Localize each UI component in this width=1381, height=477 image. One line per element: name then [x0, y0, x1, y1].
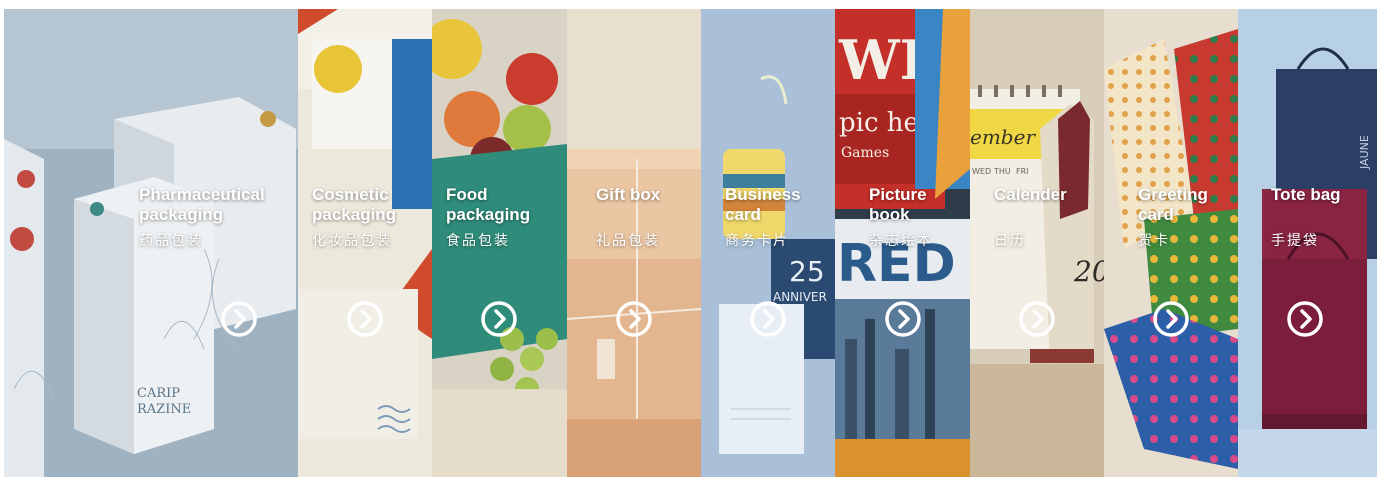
panel-caption: Pharmaceutical packaging 药品包装 — [139, 185, 265, 250]
artwork-text: Games — [841, 145, 889, 161]
artwork-text: FRI — [1016, 167, 1029, 176]
panel-caption: Greeting card 贺卡 — [1138, 185, 1208, 250]
panel-title: Greeting card — [1138, 185, 1208, 224]
artwork-text: pic he — [839, 108, 919, 138]
panel-subtitle: 日历 — [994, 233, 1026, 249]
panel-title: Pharmaceutical packaging — [139, 185, 265, 224]
panel-subtitle: 贺卡 — [1138, 233, 1170, 249]
chevron-right-circle-icon[interactable] — [749, 300, 787, 338]
panel-title: Business card — [725, 185, 801, 224]
category-panel-business-card[interactable]: 25 ANNIVER Business card 商务卡片 — [701, 9, 835, 477]
panel-caption: Tote bag 手提袋 — [1271, 185, 1341, 250]
panel-title: Picture book — [869, 185, 927, 224]
panel-caption: Calender 日历 — [994, 185, 1067, 250]
chevron-right-circle-icon[interactable] — [220, 300, 258, 338]
category-panel-greeting-card[interactable]: Greeting card 贺卡 — [1104, 9, 1238, 477]
panel-caption: Picture book 杂志绘本 — [869, 185, 933, 250]
panel-subtitle: 化妆品包装 — [312, 233, 392, 249]
artwork-text: WED — [972, 167, 991, 176]
panel-caption: Food packaging 食品包装 — [446, 185, 530, 250]
panel-caption: Cosmetic packaging 化妆品包装 — [312, 185, 396, 250]
box-label-text: RAZINE — [137, 402, 191, 417]
artwork-text: THU — [993, 167, 1011, 176]
panel-title: Cosmetic packaging — [312, 185, 397, 224]
chevron-right-circle-icon[interactable] — [884, 300, 922, 338]
artwork-text: 25 — [789, 255, 825, 288]
category-panel-calender[interactable]: ember WED THU FRI 20 Calender 日历 — [970, 9, 1104, 477]
artwork-text: JAUNE — [1358, 135, 1371, 170]
chevron-right-circle-icon[interactable] — [480, 300, 518, 338]
panel-caption: Gift box 礼品包装 — [596, 185, 660, 250]
category-panel-picture-book[interactable]: WE pic he Games RED Picture book 杂志绘本 — [835, 9, 970, 477]
category-panel-cosmetic[interactable]: Cosmetic packaging 化妆品包装 — [298, 9, 432, 477]
panel-subtitle: 药品包装 — [139, 233, 203, 249]
category-panel-tote-bag[interactable]: JAUNE Tote bag 手提袋 — [1238, 9, 1377, 477]
panel-title: Calender — [994, 185, 1067, 204]
category-carousel: CARIP RAZINE Pharmaceutical packaging 药品包… — [4, 9, 1377, 477]
artwork-text: ember — [970, 125, 1036, 149]
box-label-text: CARIP — [137, 386, 180, 401]
panel-subtitle: 手提袋 — [1271, 233, 1319, 249]
panel-subtitle: 杂志绘本 — [869, 233, 933, 249]
chevron-right-circle-icon[interactable] — [346, 300, 384, 338]
chevron-right-circle-icon[interactable] — [615, 300, 653, 338]
panel-subtitle: 礼品包装 — [596, 233, 660, 249]
chevron-right-circle-icon[interactable] — [1152, 300, 1190, 338]
panel-caption: Business card 商务卡片 — [725, 185, 801, 250]
panel-title: Gift box — [596, 185, 661, 204]
panel-title: Food packaging — [446, 185, 531, 224]
chevron-right-circle-icon[interactable] — [1286, 300, 1324, 338]
panel-subtitle: 商务卡片 — [725, 233, 789, 249]
panel-title: Tote bag — [1271, 185, 1341, 204]
category-panel-food[interactable]: Food packaging 食品包装 — [432, 9, 567, 477]
chevron-right-circle-icon[interactable] — [1018, 300, 1056, 338]
category-panel-pharmaceutical[interactable]: CARIP RAZINE Pharmaceutical packaging 药品包… — [4, 9, 298, 477]
panel-subtitle: 食品包装 — [446, 233, 510, 249]
artwork-text: 20 — [1073, 255, 1104, 288]
category-panel-gift-box[interactable]: Gift box 礼品包装 — [567, 9, 701, 477]
